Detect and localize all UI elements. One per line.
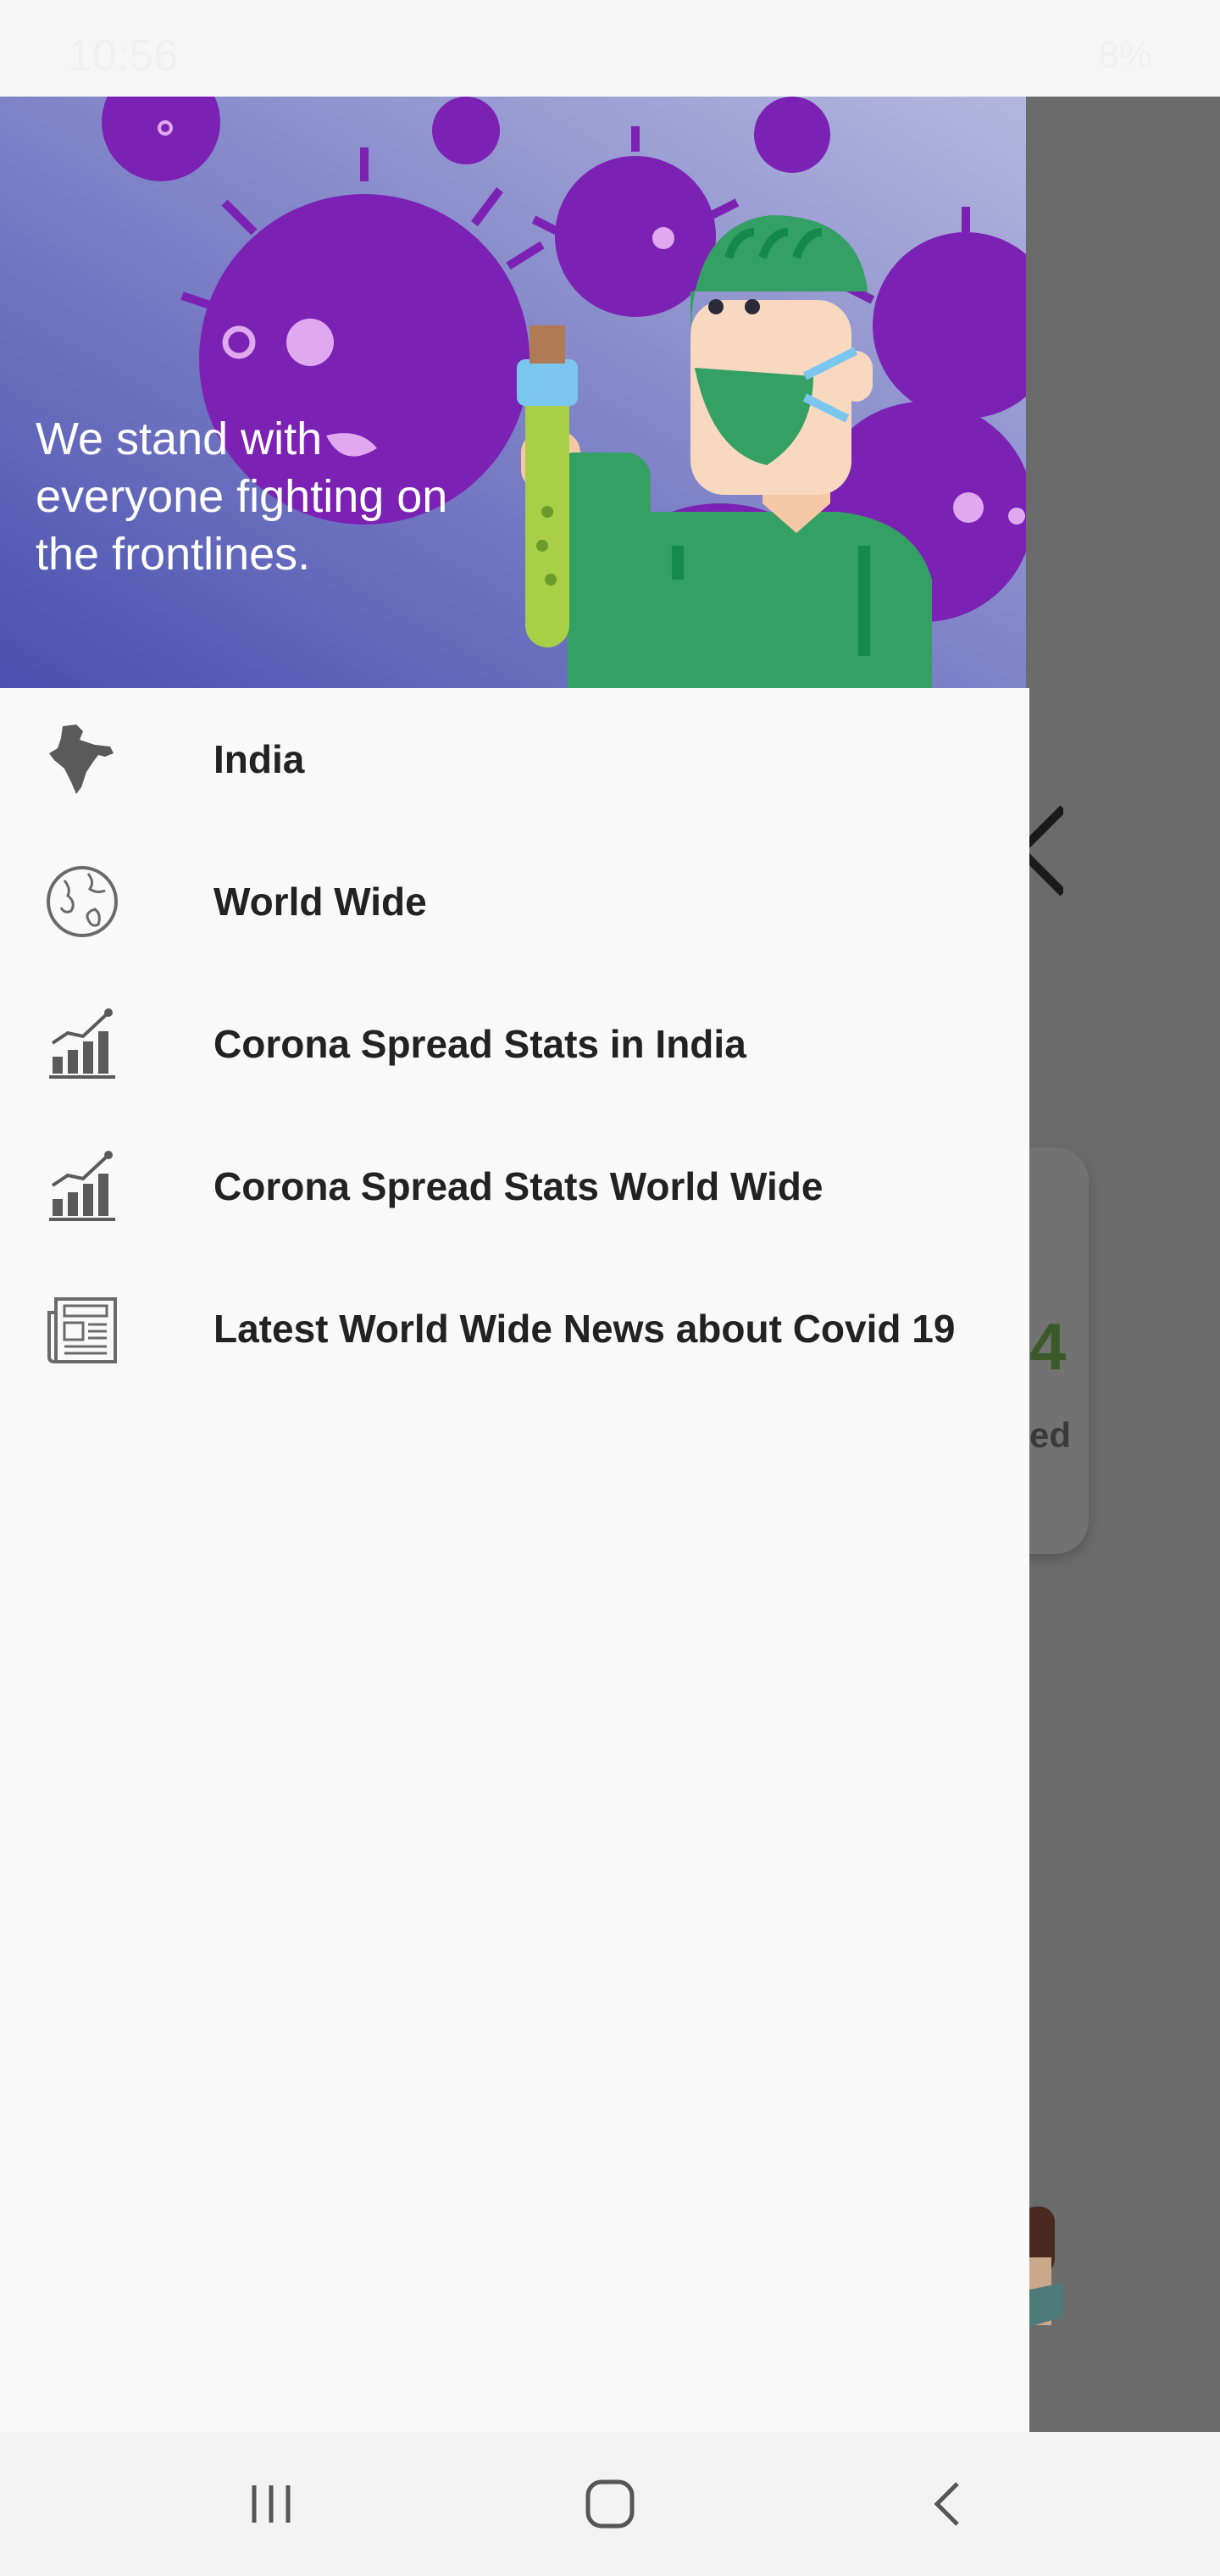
menu-label-world-wide: World Wide [214, 880, 427, 924]
background-app: 4 ed [1029, 97, 1220, 2432]
stat-count: 4 [1029, 1309, 1067, 1384]
frontline-doctor-illustration-icon [0, 97, 1026, 688]
doctor-illustration-icon [1029, 2207, 1072, 2363]
menu-item-news[interactable]: Latest World Wide News about Covid 19 [0, 1257, 1029, 1400]
back-icon [934, 2482, 959, 2526]
menu-label-news: Latest World Wide News about Covid 19 [214, 1307, 956, 1351]
close-icon [1029, 800, 1067, 906]
newspaper-icon [46, 1292, 119, 1365]
india-map-icon [46, 723, 119, 796]
back-button[interactable] [898, 2466, 1000, 2542]
status-bar: 10:56 8% [0, 0, 1220, 97]
menu-label-stats-world: Corona Spread Stats World Wide [214, 1164, 824, 1208]
bar-chart-icon [46, 1150, 119, 1223]
recent-apps-icon [252, 2485, 291, 2523]
drawer-header-text: We stand with everyone fighting on the f… [36, 414, 448, 580]
home-icon [585, 2479, 635, 2529]
menu-label-india: India [214, 737, 305, 781]
menu-item-stats-world[interactable]: Corona Spread Stats World Wide [0, 1115, 1029, 1257]
globe-icon [46, 865, 119, 938]
menu-item-world-wide[interactable]: World Wide [0, 830, 1029, 973]
menu-item-india[interactable]: India [0, 688, 1029, 830]
drawer-header: We stand with everyone fighting on the f… [0, 97, 1029, 688]
drawer-menu: India World Wide Corona Spread Stats in … [0, 688, 1029, 1400]
menu-item-stats-india[interactable]: Corona Spread Stats in India [0, 973, 1029, 1115]
stat-label: ed [1029, 1415, 1072, 1455]
bar-chart-icon [46, 1008, 119, 1080]
home-button[interactable] [559, 2466, 661, 2542]
battery-level: 8% [1098, 34, 1152, 75]
system-nav-bar [0, 2432, 1220, 2576]
navigation-drawer: We stand with everyone fighting on the f… [0, 97, 1029, 2432]
menu-label-stats-india: Corona Spread Stats in India [214, 1022, 746, 1066]
recent-apps-button[interactable] [220, 2466, 322, 2542]
status-time: 10:56 [68, 31, 179, 80]
